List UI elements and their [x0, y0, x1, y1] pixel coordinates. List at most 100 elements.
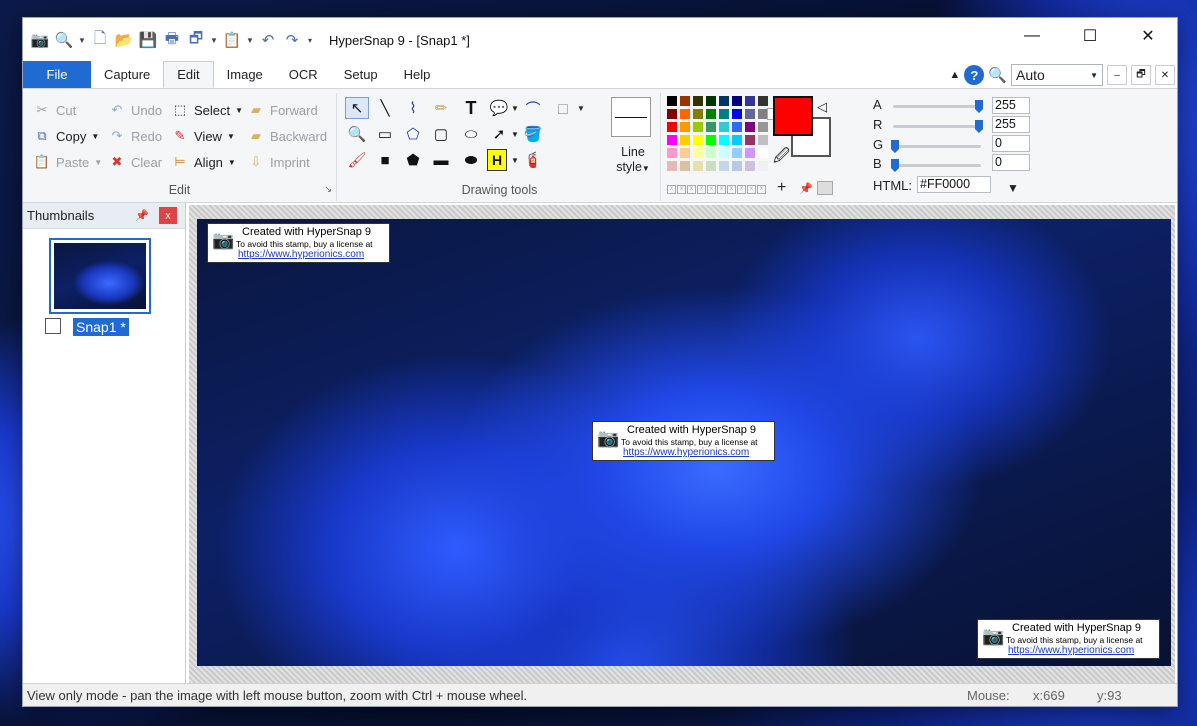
line-tool-icon[interactable]: ╲ [373, 97, 397, 119]
cut-button[interactable]: ✂ Cut [33, 99, 77, 121]
chevron-down-icon[interactable]: ▼ [577, 104, 585, 113]
palette-swatch[interactable] [732, 148, 742, 158]
palette-swatch[interactable] [693, 122, 703, 132]
print-icon[interactable]: 🖶 [161, 29, 183, 51]
alpha-slider-knob[interactable] [975, 100, 983, 113]
maximize-button[interactable]: ☐ [1061, 18, 1119, 54]
palette-swatch[interactable] [706, 161, 716, 171]
alpha-slider[interactable] [893, 100, 983, 113]
palette-swatch[interactable] [758, 122, 768, 132]
pointer-tool-icon[interactable]: ↖ [345, 97, 369, 119]
palette-swatch[interactable] [745, 135, 755, 145]
empty-slot-icon[interactable]: x [717, 185, 726, 194]
minimize-button[interactable]: — [1003, 18, 1061, 54]
forward-button[interactable]: ▰ Forward [247, 99, 318, 121]
text-tool-icon[interactable]: T [459, 97, 483, 119]
backward-button[interactable]: ▰ Backward [247, 125, 327, 147]
alpha-value-field[interactable]: 255 [992, 97, 1030, 114]
arrow-tool-icon[interactable]: ➚ [487, 123, 511, 145]
save-icon[interactable]: 💾 [137, 29, 159, 51]
empty-slot-icon[interactable]: x [687, 185, 696, 194]
palette-swatch[interactable] [693, 148, 703, 158]
palette-swatch[interactable] [680, 148, 690, 158]
transparent-color-icon[interactable] [817, 181, 833, 195]
eraser-tool-icon[interactable]: 🖌 [345, 149, 369, 171]
empty-slot-icon[interactable]: x [707, 185, 716, 194]
red-value-field[interactable]: 255 [992, 116, 1030, 133]
copy-window-icon[interactable]: 🗗 [185, 29, 207, 51]
palette-swatch[interactable] [706, 122, 716, 132]
blue-value-field[interactable]: 0 [992, 154, 1030, 171]
rounded-rect-tool-icon[interactable]: ▢ [429, 123, 453, 145]
callout-tool-icon[interactable]: 💬 [487, 97, 511, 119]
palette-swatch[interactable] [719, 161, 729, 171]
tab-capture[interactable]: Capture [91, 61, 163, 88]
filled-polygon-tool-icon[interactable]: ⬟ [401, 149, 425, 171]
eyedropper-icon[interactable]: 🖉 [773, 145, 790, 172]
select-button[interactable]: ⬚ Select ▼ [171, 99, 243, 121]
imprint-button[interactable]: ⇩ Imprint [247, 151, 310, 173]
palette-swatch[interactable] [693, 96, 703, 106]
empty-slot-icon[interactable]: x [747, 185, 756, 194]
dialog-launcher-icon[interactable]: ↘ [324, 184, 332, 195]
stamp-shape-icon[interactable]: ◻ [551, 97, 575, 119]
close-button[interactable]: ✕ [1119, 18, 1177, 54]
palette-swatch[interactable] [667, 161, 677, 171]
palette-swatch[interactable] [667, 135, 677, 145]
palette-swatch[interactable] [745, 161, 755, 171]
foreground-color-swatch[interactable] [773, 96, 813, 136]
html-color-field[interactable]: #FF0000 [917, 176, 991, 193]
chevron-down-icon[interactable]: ▼ [245, 36, 255, 45]
polyline-tool-icon[interactable]: ⌇ [401, 97, 425, 119]
line-style-preview[interactable] [611, 97, 651, 137]
empty-slot-icon[interactable]: x [697, 185, 706, 194]
palette-swatch[interactable] [732, 96, 742, 106]
palette-swatch[interactable] [758, 148, 768, 158]
palette-swatch[interactable] [745, 148, 755, 158]
canvas-area[interactable]: 📷 Created with HyperSnap 9 To avoid this… [189, 205, 1175, 684]
customize-toolbar-icon[interactable]: ▾ [305, 36, 315, 45]
tab-help[interactable]: Help [391, 61, 444, 88]
new-file-icon[interactable]: 🗋 [89, 29, 111, 51]
ellipse-tool-icon[interactable]: ⬭ [459, 123, 483, 145]
empty-slot-icon[interactable]: x [727, 185, 736, 194]
chevron-down-icon[interactable]: ▼ [209, 36, 219, 45]
tab-setup[interactable]: Setup [331, 61, 391, 88]
view-button[interactable]: ✎ View ▼ [171, 125, 235, 147]
minimize-doc-icon[interactable]: – [1107, 65, 1127, 85]
spray-tool-icon[interactable]: 🧯 [521, 149, 545, 171]
tab-image[interactable]: Image [214, 61, 276, 88]
red-slider-knob[interactable] [975, 120, 983, 133]
tab-ocr[interactable]: OCR [276, 61, 331, 88]
filled-rounded-rect-icon[interactable]: ▬ [429, 149, 453, 171]
chevron-down-icon[interactable]: ▼ [511, 104, 519, 113]
thumbnail-snap1[interactable] [49, 238, 151, 314]
palette-swatch[interactable] [693, 161, 703, 171]
camera-icon[interactable]: 📷 [29, 29, 51, 51]
redo-icon[interactable]: ↷ [281, 29, 303, 51]
clear-button[interactable]: ✖ Clear [108, 151, 163, 173]
green-value-field[interactable]: 0 [992, 135, 1030, 152]
pin-icon[interactable]: 📌 [799, 182, 813, 195]
palette-swatch[interactable] [706, 96, 716, 106]
open-folder-icon[interactable]: 📂 [113, 29, 135, 51]
palette-swatch[interactable] [693, 135, 703, 145]
palette-swatch[interactable] [758, 96, 768, 106]
swap-colors-icon[interactable]: ◁ [817, 99, 827, 115]
zoom-select[interactable]: Auto ▼ [1011, 64, 1103, 86]
palette-swatch[interactable] [667, 122, 677, 132]
palette-swatch[interactable] [667, 148, 677, 158]
red-slider[interactable] [893, 120, 983, 133]
rectangle-tool-icon[interactable]: ▭ [373, 123, 397, 145]
palette-swatch[interactable] [745, 109, 755, 119]
chevron-down-icon[interactable]: ▼ [77, 36, 87, 45]
clipboard-icon[interactable]: 📋 [221, 29, 243, 51]
palette-swatch[interactable] [732, 122, 742, 132]
palette-swatch[interactable] [745, 122, 755, 132]
filled-ellipse-tool-icon[interactable]: ⬬ [459, 149, 483, 171]
blue-slider-knob[interactable] [891, 159, 899, 172]
add-color-icon[interactable]: + [777, 179, 786, 197]
empty-slot-icon[interactable]: x [757, 185, 766, 194]
copy-button[interactable]: ⧉ Copy ▼ [33, 125, 99, 147]
polygon-tool-icon[interactable]: ⬠ [401, 123, 425, 145]
